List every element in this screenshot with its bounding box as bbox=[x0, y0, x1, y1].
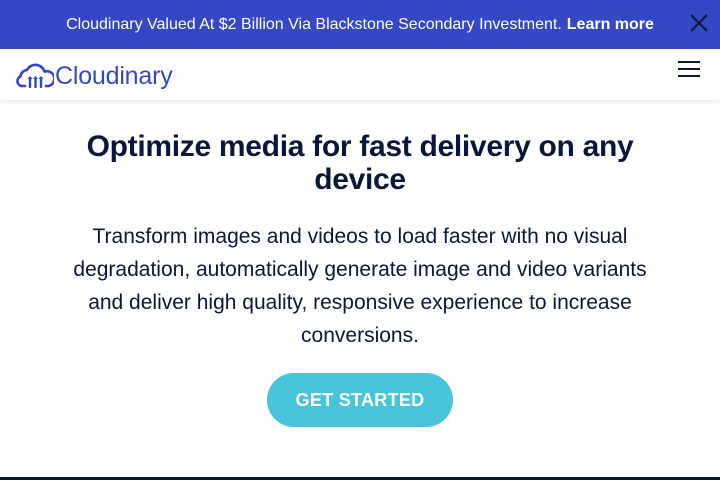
hamburger-menu-icon[interactable] bbox=[678, 61, 700, 85]
get-started-button[interactable]: GET STARTED bbox=[267, 373, 453, 427]
logo-wordmark: Cloudinary bbox=[55, 62, 173, 90]
hero-section: Optimize media for fast delivery on any … bbox=[0, 100, 720, 427]
hero-description: Transform images and videos to load fast… bbox=[73, 225, 647, 347]
learn-more-link[interactable]: Learn more bbox=[567, 16, 654, 34]
menu-bar bbox=[678, 61, 700, 63]
close-icon[interactable] bbox=[689, 13, 709, 33]
announcement-banner: Cloudinary Valued At $2 Billion Via Blac… bbox=[0, 0, 720, 49]
top-navigation: Cloudinary bbox=[0, 49, 720, 100]
menu-bar bbox=[678, 75, 700, 77]
cloud-logo-icon bbox=[16, 63, 54, 88]
hero-title: Optimize media for fast delivery on any … bbox=[86, 130, 634, 196]
cloudinary-logo[interactable]: Cloudinary bbox=[16, 60, 173, 90]
banner-message: Cloudinary Valued At $2 Billion Via Blac… bbox=[66, 15, 562, 33]
menu-bar bbox=[678, 68, 700, 70]
